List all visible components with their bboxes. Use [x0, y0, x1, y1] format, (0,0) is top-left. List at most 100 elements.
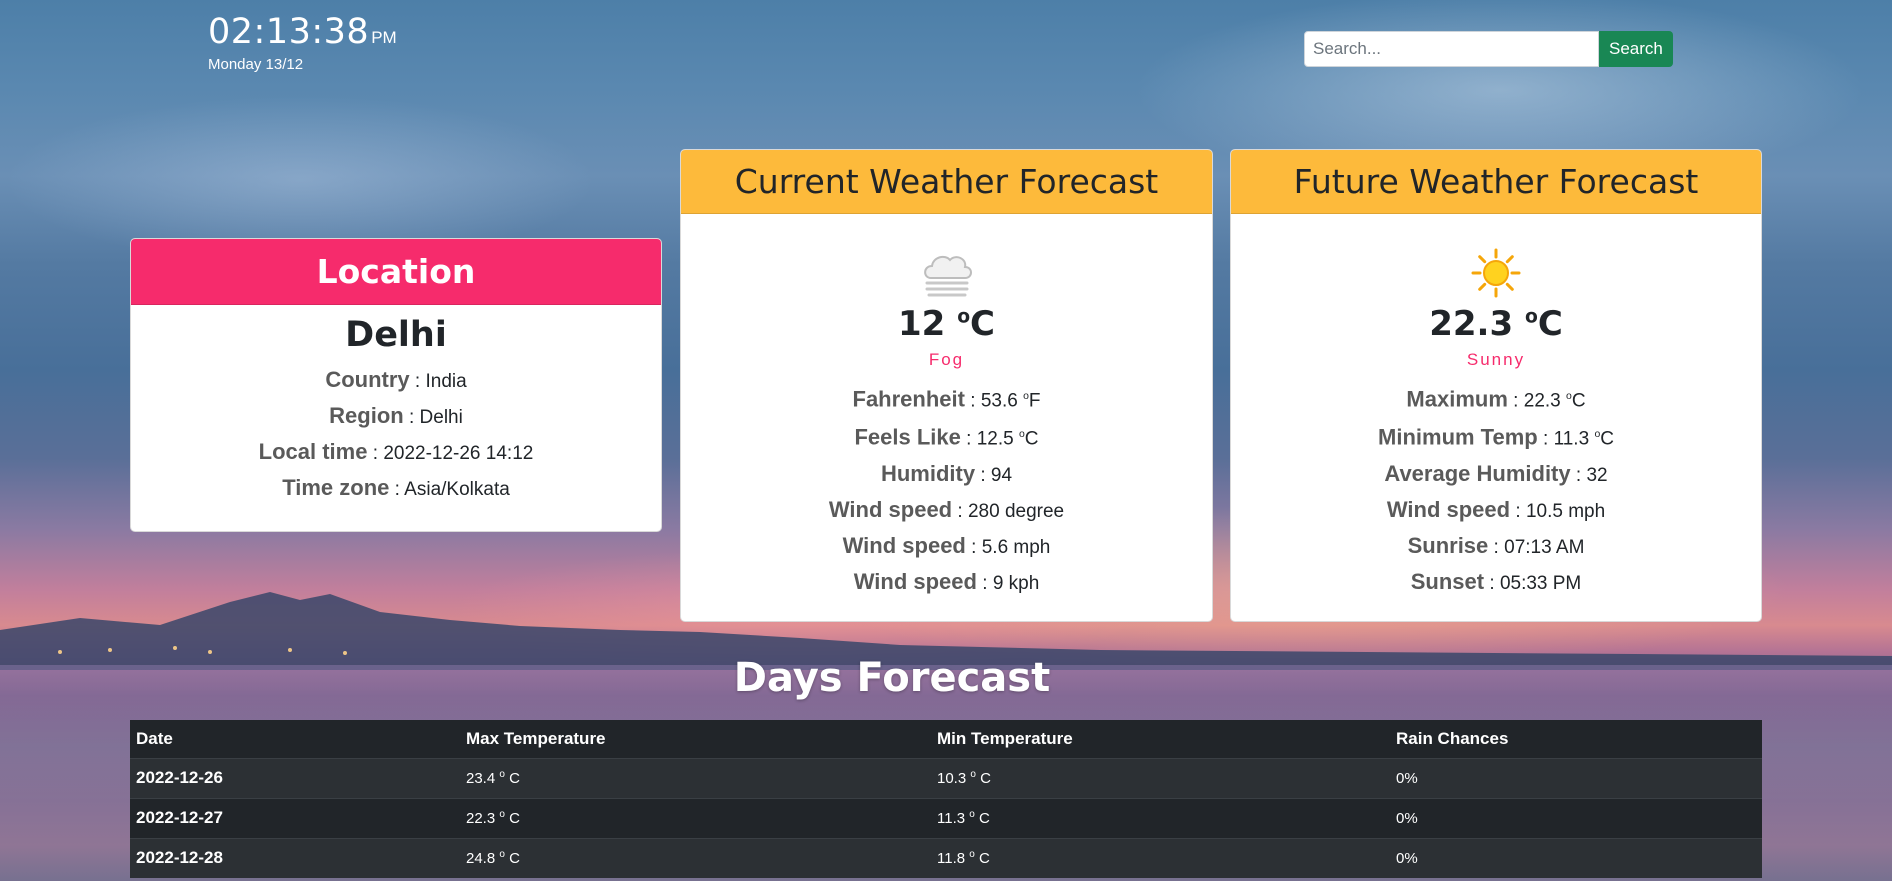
clock-ampm: PM	[371, 28, 397, 47]
row-unit: C	[1600, 428, 1614, 450]
column-header-rain: Rain Chances	[1396, 728, 1509, 748]
row-value: 07:13 AM	[1504, 536, 1585, 558]
row-label: Average Humidity	[1384, 460, 1571, 486]
cell-date: 2022-12-26	[130, 757, 460, 798]
row-value: 10.5 mph	[1525, 500, 1606, 522]
row-value: 94	[990, 464, 1013, 486]
future-row: Sunrise : 07:13 AM	[1407, 532, 1585, 558]
future-condition: Sunny	[1466, 350, 1526, 369]
table-row: 2022-12-27 22.3 o C 11.3 o C 0%	[130, 797, 1762, 838]
clock-time: 02:13:38	[208, 12, 370, 52]
current-row: Wind speed : 5.6 mph	[842, 532, 1051, 558]
location-row: Time zone : Asia/Kolkata	[282, 475, 510, 500]
cell-rain: 0%	[1390, 757, 1762, 798]
current-row: Feels Like : 12.5 oC	[854, 424, 1039, 450]
days-forecast-table: Date Max Temperature Min Temperature Rai…	[130, 720, 1762, 878]
cell-max-temp: 23.4 o C	[460, 757, 931, 798]
row-label: Local time	[258, 439, 368, 464]
future-row: Maximum : 22.3 oC	[1406, 386, 1586, 412]
search-bar: Search	[1304, 31, 1673, 67]
current-temperature: 12 oC	[898, 304, 995, 344]
temp-unit: C	[509, 770, 520, 787]
search-button[interactable]: Search	[1599, 31, 1673, 67]
temp-value: 24.8	[466, 850, 496, 868]
row-value: 53.6	[980, 390, 1018, 412]
row-label: Wind speed	[1386, 496, 1511, 522]
table-row: 2022-12-26 23.4 o C 10.3 o C 0%	[130, 757, 1762, 798]
future-temperature: 22.3 oC	[1429, 304, 1563, 344]
location-row: Region : Delhi	[329, 403, 463, 428]
cell-date: 2022-12-27	[130, 797, 460, 838]
current-row: Wind speed : 9 kph	[853, 568, 1040, 594]
row-value: 9 kph	[992, 572, 1040, 594]
future-row: Minimum Temp : 11.3 oC	[1378, 424, 1614, 450]
temp-value: 11.8	[937, 850, 966, 868]
row-value: 12.5	[976, 428, 1014, 450]
location-card-title: Location	[131, 239, 661, 305]
row-value: 22.3	[1523, 390, 1561, 412]
temp-value: 22.3	[466, 810, 496, 827]
row-label: Humidity	[880, 460, 976, 486]
row-label: Country	[325, 367, 410, 392]
temp-unit: C	[980, 770, 991, 787]
row-value: 32	[1586, 464, 1608, 486]
row-label: Sunset	[1410, 568, 1485, 594]
fog-icon	[923, 255, 972, 297]
temp-value: 11.3	[937, 810, 966, 827]
location-card: Location Delhi Country : India Region : …	[130, 238, 662, 532]
cell-min-temp: 11.8 o C	[931, 837, 1390, 878]
future-row: Average Humidity : 32	[1384, 460, 1608, 486]
future-row: Wind speed : 10.5 mph	[1386, 496, 1606, 522]
temp-value: 12	[898, 304, 946, 344]
row-value: 2022-12-26 14:12	[383, 443, 534, 464]
cell-max-temp: 24.8 o C	[460, 837, 931, 878]
location-row: Country : India	[325, 367, 467, 392]
row-label: Minimum Temp	[1378, 424, 1538, 450]
row-label: Wind speed	[828, 496, 953, 522]
row-unit: F	[1028, 390, 1041, 412]
clock: 02:13:38 PM Monday 13/12	[208, 12, 397, 73]
row-label: Sunrise	[1407, 532, 1489, 558]
location-city: Delhi	[345, 315, 447, 355]
temp-value: 22.3	[1429, 304, 1514, 344]
column-header-min-temp: Min Temperature	[937, 728, 1073, 748]
row-label: Wind speed	[842, 532, 966, 558]
row-value: 05:33 PM	[1499, 572, 1582, 594]
table-header-row: Date Max Temperature Min Temperature Rai…	[130, 720, 1762, 758]
row-unit: C	[1024, 428, 1039, 450]
current-row: Humidity : 94	[880, 460, 1013, 486]
column-header-max-temp: Max Temperature	[466, 728, 606, 748]
location-row: Local time : 2022-12-26 14:12	[258, 439, 534, 464]
current-weather-card: Current Weather Forecast 12 oC Fog Fahre…	[680, 149, 1213, 622]
cell-max-temp: 22.3 o C	[460, 797, 931, 838]
row-unit: C	[1571, 390, 1586, 412]
cell-rain: 0%	[1390, 797, 1762, 838]
row-value: 11.3	[1553, 428, 1590, 450]
row-value: India	[425, 371, 467, 392]
column-header-date: Date	[136, 728, 173, 748]
temp-unit: C	[509, 810, 520, 827]
days-forecast-title: Days Forecast	[733, 655, 1051, 701]
temp-unit: C	[509, 850, 520, 868]
row-value: Asia/Kolkata	[404, 479, 510, 500]
current-condition: Fog	[928, 350, 965, 369]
row-value: 280 degree	[967, 500, 1065, 522]
row-value: Delhi	[419, 407, 463, 428]
temp-value: 10.3	[937, 770, 967, 787]
temp-unit: C	[970, 304, 995, 344]
cell-rain: 0%	[1390, 837, 1762, 878]
future-row: Sunset : 05:33 PM	[1410, 568, 1582, 594]
temp-value: 23.4	[466, 770, 496, 787]
search-input[interactable]	[1304, 31, 1599, 67]
row-value: 5.6 mph	[981, 536, 1051, 558]
temp-unit: C	[979, 810, 990, 827]
current-weather-title: Current Weather Forecast	[681, 150, 1212, 214]
row-label: Feels Like	[854, 424, 961, 450]
row-label: Region	[329, 403, 404, 428]
table-row: 2022-12-28 24.8 o C 11.8 o C 0%	[130, 837, 1762, 878]
row-label: Maximum	[1406, 386, 1508, 412]
clock-date: Monday 13/12	[208, 56, 304, 73]
cell-min-temp: 11.3 o C	[931, 797, 1390, 838]
future-weather-card: Future Weather Forecast 22.3 oC Sunny Ma…	[1230, 149, 1762, 622]
current-row: Fahrenheit : 53.6 oF	[852, 386, 1041, 412]
